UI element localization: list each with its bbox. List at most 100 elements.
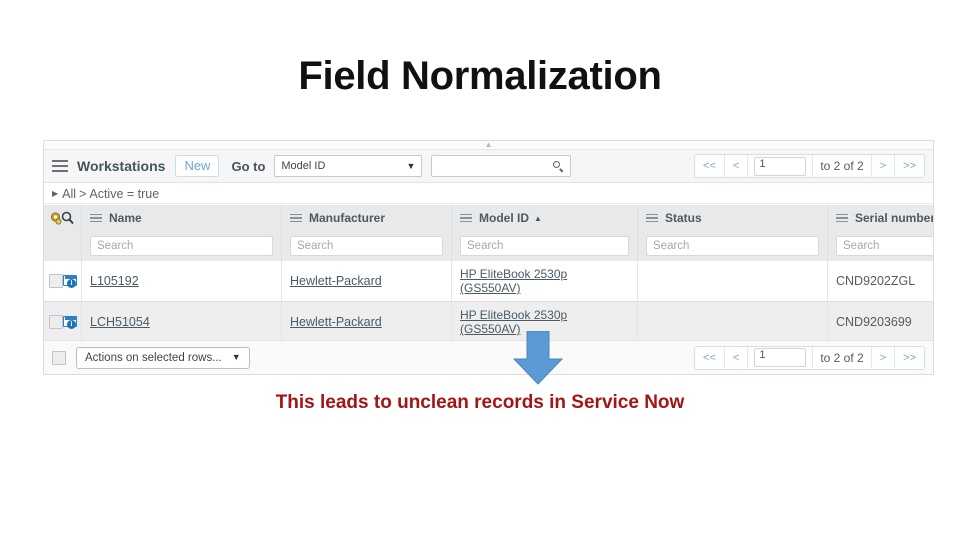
model-id-line-1: HP EliteBook 2530p bbox=[460, 267, 568, 281]
record-serial-number: CND9203699 bbox=[836, 315, 912, 329]
new-button[interactable]: New bbox=[175, 155, 220, 177]
pager-next-button[interactable]: > bbox=[872, 346, 896, 369]
table-row[interactable]: i L105192 Hewlett-Packard HP EliteBook 2… bbox=[44, 261, 933, 302]
column-search-row: Search Search Search Search Search bbox=[44, 231, 933, 261]
column-header-name[interactable]: Name bbox=[82, 205, 282, 231]
list-toolbar: Workstations New Go to Model ID ▼ << < 1… bbox=[44, 150, 933, 183]
column-header-serial-number[interactable]: Serial number bbox=[828, 205, 934, 231]
search-cell-status: Search bbox=[638, 231, 828, 261]
pager-last-button[interactable]: >> bbox=[895, 155, 924, 177]
cell-serial-number: CND9202ZGL bbox=[828, 261, 933, 302]
pager-prev-button[interactable]: < bbox=[725, 155, 749, 177]
search-input-name[interactable]: Search bbox=[90, 236, 273, 256]
search-row-spacer bbox=[44, 231, 82, 261]
actions-on-selected-rows-select[interactable]: Actions on selected rows... ▼ bbox=[76, 346, 250, 369]
down-arrow-icon bbox=[510, 330, 566, 386]
breadcrumb-condition[interactable]: Active = true bbox=[89, 187, 159, 201]
actions-label: Actions on selected rows... bbox=[85, 351, 222, 364]
goto-label: Go to bbox=[231, 158, 266, 174]
pager-page-input[interactable]: 1 bbox=[754, 348, 807, 367]
record-link-manufacturer[interactable]: Hewlett-Packard bbox=[290, 315, 382, 329]
cell-model-id: HP EliteBook 2530p (GS550AV) bbox=[452, 261, 638, 302]
column-header-label: Name bbox=[109, 211, 142, 225]
preview-record-icon[interactable]: i bbox=[63, 274, 78, 288]
collapse-chevron-icon[interactable]: ▲ bbox=[44, 141, 933, 150]
table-header-row: Name Manufacturer Model ID ▲ Status Seri… bbox=[44, 205, 933, 231]
pager-next-button[interactable]: > bbox=[872, 155, 896, 177]
pagination-bottom: << < 1 to 2 of 2 > >> bbox=[694, 345, 925, 370]
search-cell-name: Search bbox=[82, 231, 282, 261]
list-footer: Actions on selected rows... ▼ << < 1 to … bbox=[44, 340, 933, 374]
search-cell-serial-number: Search bbox=[828, 231, 933, 261]
column-menu-icon[interactable] bbox=[460, 213, 472, 223]
pager-first-button[interactable]: << bbox=[695, 155, 725, 177]
column-menu-icon[interactable] bbox=[836, 213, 848, 223]
preview-record-icon[interactable]: i bbox=[63, 315, 78, 329]
row-select-cell: i bbox=[44, 261, 82, 302]
triangle-right-icon[interactable]: ▶ bbox=[52, 189, 58, 198]
column-header-label: Serial number bbox=[855, 211, 934, 225]
select-all-checkbox[interactable] bbox=[52, 350, 66, 365]
pager-prev-button[interactable]: < bbox=[725, 346, 749, 369]
pager-page-input[interactable]: 1 bbox=[754, 156, 807, 176]
hamburger-icon[interactable] bbox=[52, 160, 68, 172]
record-link-name[interactable]: LCH51054 bbox=[90, 315, 150, 329]
column-header-model-id[interactable]: Model ID ▲ bbox=[452, 205, 638, 231]
record-link-model-id[interactable]: HP EliteBook 2530p (GS550AV) bbox=[460, 267, 567, 295]
record-link-name[interactable]: L105192 bbox=[90, 274, 139, 288]
pagination-top: << < 1 to 2 of 2 > >> bbox=[694, 154, 925, 178]
column-menu-icon[interactable] bbox=[646, 213, 658, 223]
column-header-label: Model ID bbox=[479, 211, 529, 225]
model-id-line-2: (GS550AV) bbox=[460, 281, 521, 295]
pager-range-label: to 2 of 2 bbox=[813, 346, 872, 369]
row-checkbox[interactable] bbox=[49, 274, 63, 288]
column-header-label: Status bbox=[665, 211, 702, 225]
cell-status bbox=[638, 302, 828, 343]
page-title: Field Normalization bbox=[298, 54, 662, 98]
row-select-cell: i bbox=[44, 302, 82, 343]
pager-last-button[interactable]: >> bbox=[895, 347, 924, 369]
search-cell-model-id: Search bbox=[452, 231, 638, 261]
cell-manufacturer: Hewlett-Packard bbox=[282, 302, 452, 343]
cell-serial-number: CND9203699 bbox=[828, 302, 933, 343]
pager-page-field-wrap: 1 bbox=[748, 155, 814, 177]
cell-name: L105192 bbox=[82, 261, 282, 302]
table-row[interactable]: i LCH51054 Hewlett-Packard HP EliteBook … bbox=[44, 302, 933, 343]
breadcrumb: ▶ All > Active = true bbox=[44, 184, 933, 204]
search-cell-manufacturer: Search bbox=[282, 231, 452, 261]
pager-range-label: to 2 of 2 bbox=[813, 155, 872, 177]
record-serial-number: CND9202ZGL bbox=[836, 274, 916, 288]
chevron-down-icon: ▼ bbox=[406, 160, 416, 171]
personalize-cell[interactable] bbox=[44, 205, 82, 231]
goto-search-input[interactable] bbox=[431, 155, 572, 177]
slide-caption: This leads to unclean records in Service… bbox=[275, 392, 685, 413]
search-icon bbox=[553, 160, 564, 172]
column-menu-icon[interactable] bbox=[290, 213, 302, 223]
servicenow-list-screenshot: ▲ Workstations New Go to Model ID ▼ << <… bbox=[43, 140, 934, 375]
goto-field-select[interactable]: Model ID ▼ bbox=[274, 155, 423, 177]
pager-page-field-wrap: 1 bbox=[748, 346, 814, 369]
sort-ascending-icon: ▲ bbox=[534, 213, 542, 223]
list-title: Workstations bbox=[77, 158, 166, 174]
chevron-down-icon: ▼ bbox=[231, 352, 241, 362]
goto-field-value: Model ID bbox=[281, 160, 326, 172]
cell-name: LCH51054 bbox=[82, 302, 282, 343]
row-checkbox[interactable] bbox=[49, 315, 63, 329]
record-link-manufacturer[interactable]: Hewlett-Packard bbox=[290, 274, 382, 288]
column-header-manufacturer[interactable]: Manufacturer bbox=[282, 205, 452, 231]
search-input-model-id[interactable]: Search bbox=[460, 236, 629, 256]
pager-first-button[interactable]: << bbox=[695, 346, 725, 369]
column-menu-icon[interactable] bbox=[90, 213, 102, 223]
search-input-manufacturer[interactable]: Search bbox=[290, 236, 443, 256]
breadcrumb-root[interactable]: All bbox=[62, 187, 76, 201]
cell-manufacturer: Hewlett-Packard bbox=[282, 261, 452, 302]
gear-search-icon[interactable] bbox=[49, 211, 75, 225]
records-table: Name Manufacturer Model ID ▲ Status Seri… bbox=[44, 205, 933, 343]
column-header-status[interactable]: Status bbox=[638, 205, 828, 231]
column-header-label: Manufacturer bbox=[309, 211, 386, 225]
cell-status bbox=[638, 261, 828, 302]
model-id-line-1: HP EliteBook 2530p bbox=[460, 308, 568, 322]
breadcrumb-separator: > bbox=[79, 186, 87, 201]
search-input-status[interactable]: Search bbox=[646, 236, 819, 256]
search-input-serial-number[interactable]: Search bbox=[836, 236, 933, 256]
